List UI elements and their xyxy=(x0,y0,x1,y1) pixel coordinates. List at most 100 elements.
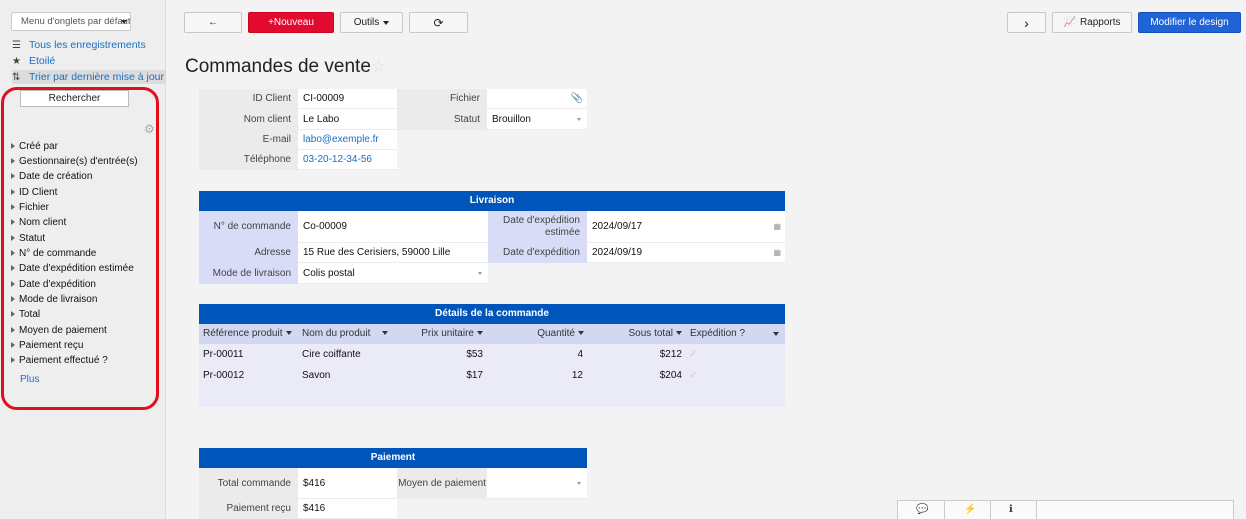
arrow-left-icon: ← xyxy=(208,17,218,28)
table-cell: Pr-00012 xyxy=(203,370,245,381)
refresh-button[interactable]: ⟳ xyxy=(409,12,468,33)
column-header[interactable]: Quantité xyxy=(487,324,587,344)
table-cell: 4 xyxy=(577,349,583,360)
chevron-down-icon xyxy=(577,118,581,121)
next-button[interactable]: › xyxy=(1007,12,1046,33)
info-icon[interactable]: ℹ xyxy=(1009,504,1013,515)
phone-label: Téléphone xyxy=(199,150,298,170)
column-header[interactable]: Nom du produit xyxy=(298,324,397,344)
order-total-value: $416 xyxy=(298,468,397,499)
order-details-table: Référence produit Nom du produit Prix un… xyxy=(199,324,785,407)
ship-date-label: Date d'expédition xyxy=(488,243,587,263)
nav-all-records[interactable]: ☰ Tous les enregistrements xyxy=(12,38,146,52)
sort-icon: ⇅ xyxy=(12,71,21,83)
bottom-panel-bar: 💬 ⚡ ℹ xyxy=(897,500,1234,519)
column-header[interactable]: Sous total xyxy=(587,324,685,344)
nav-all-records-label: Tous les enregistrements xyxy=(29,39,146,51)
column-header[interactable]: Prix unitaire xyxy=(397,324,487,344)
chevron-down-icon xyxy=(577,482,581,485)
est-ship-date-field[interactable]: 2024/09/17 ▦ xyxy=(587,211,785,243)
refresh-icon: ⟳ xyxy=(433,15,444,30)
column-header-label: Expédition ? xyxy=(690,328,746,339)
lightning-icon[interactable]: ⚡ xyxy=(964,504,976,515)
table-cell: Cire coiffante xyxy=(302,349,361,360)
chart-icon: 📈 xyxy=(1063,17,1076,28)
back-button[interactable]: ← xyxy=(184,12,242,33)
order-no-label: N° de commande xyxy=(199,211,298,243)
check-icon[interactable]: ✓ xyxy=(689,370,697,381)
tools-button[interactable]: Outils xyxy=(340,12,403,33)
client-name-value: Le Labo xyxy=(298,109,397,130)
est-ship-date-label: Date d'expédition estimée xyxy=(488,211,587,243)
star-icon[interactable]: ☆ xyxy=(371,57,386,77)
order-no-value: Co-00009 xyxy=(298,211,488,243)
email-label: E-mail xyxy=(199,130,298,150)
column-header-label: Sous total xyxy=(628,328,673,339)
chevron-down-icon xyxy=(478,272,482,275)
payment-section-heading: Paiement xyxy=(199,448,587,468)
payment-method-label: Moyen de paiement xyxy=(397,468,487,499)
delivery-mode-select[interactable]: Colis postal xyxy=(298,263,488,284)
nav-starred[interactable]: ★ Etoilé xyxy=(12,54,55,68)
payment-received-value: $416 xyxy=(298,499,397,519)
column-header[interactable]: Référence produit xyxy=(199,324,298,344)
sort-caret-icon xyxy=(578,331,584,335)
address-value: 15 Rue des Cerisiers, 59000 Lille xyxy=(298,243,488,263)
email-link[interactable]: labo@exemple.fr xyxy=(298,130,397,150)
address-label: Adresse xyxy=(199,243,298,263)
client-id-label: ID Client xyxy=(199,89,298,109)
tab-menu-label: Menu d'onglets par défaut xyxy=(21,16,131,27)
details-section-heading: Détails de la commande xyxy=(199,304,785,324)
sort-caret-icon xyxy=(477,331,483,335)
column-header-label: Quantité xyxy=(537,328,575,339)
status-label: Statut xyxy=(397,109,487,130)
comment-icon[interactable]: 💬 xyxy=(916,504,928,515)
chevron-down-icon xyxy=(383,20,390,25)
nav-starred-label: Etoilé xyxy=(29,55,56,67)
client-name-label: Nom client xyxy=(199,109,298,130)
sidebar: Menu d'onglets par défaut ☰ Tous les enr… xyxy=(0,0,166,519)
list-icon: ☰ xyxy=(12,39,21,51)
table-cell: $212 xyxy=(659,349,682,360)
status-select[interactable]: Brouillon xyxy=(487,109,587,130)
paperclip-icon[interactable]: 📎 xyxy=(571,93,583,104)
est-ship-date-value: 2024/09/17 xyxy=(592,221,643,232)
client-id-value: CI-00009 xyxy=(298,89,397,109)
sort-caret-icon xyxy=(285,331,292,335)
status-value: Brouillon xyxy=(492,113,531,125)
file-label: Fichier xyxy=(397,89,487,109)
page-title: Commandes de vente xyxy=(185,56,371,77)
divider xyxy=(944,501,945,519)
divider xyxy=(1036,501,1037,519)
reports-label: Rapports xyxy=(1079,17,1121,28)
table-cell: $17 xyxy=(466,370,483,381)
column-header[interactable]: Expédition ? xyxy=(685,324,785,344)
reports-button[interactable]: 📈 Rapports xyxy=(1052,12,1132,33)
edit-design-button[interactable]: Modifier le design xyxy=(1138,12,1241,33)
tab-menu-select[interactable]: Menu d'onglets par défaut xyxy=(11,12,131,31)
delivery-section-heading: Livraison xyxy=(199,191,785,211)
nav-sort-updated-label: Trier par dernière mise à jour xyxy=(29,71,164,83)
nav-sort-updated[interactable]: ⇅ Trier par dernière mise à jour xyxy=(12,70,166,84)
column-header-label: Référence produit xyxy=(203,328,283,339)
order-total-label: Total commande xyxy=(199,468,298,499)
column-header-label: Prix unitaire xyxy=(421,328,474,339)
ship-date-value: 2024/09/19 xyxy=(592,247,643,258)
table-cell: $204 xyxy=(659,370,682,381)
phone-link[interactable]: 03-20-12-34-56 xyxy=(298,150,397,170)
calendar-icon[interactable]: ▦ xyxy=(773,222,781,231)
new-button[interactable]: +Nouveau xyxy=(248,12,334,33)
sort-caret-icon xyxy=(382,331,389,335)
tools-label: Outils xyxy=(353,17,380,28)
check-icon[interactable]: ✓ xyxy=(689,349,697,360)
sort-caret-icon xyxy=(773,332,779,336)
payment-received-label: Paiement reçu xyxy=(199,499,298,519)
highlight-ring xyxy=(1,87,159,410)
calendar-icon[interactable]: ▦ xyxy=(773,248,781,257)
table-cell: Savon xyxy=(302,370,331,381)
payment-method-select[interactable] xyxy=(487,468,587,499)
table-cell: 12 xyxy=(571,370,583,381)
ship-date-field[interactable]: 2024/09/19 ▦ xyxy=(587,243,785,263)
file-field[interactable]: 📎 xyxy=(487,89,587,109)
chevron-down-icon xyxy=(121,20,127,24)
